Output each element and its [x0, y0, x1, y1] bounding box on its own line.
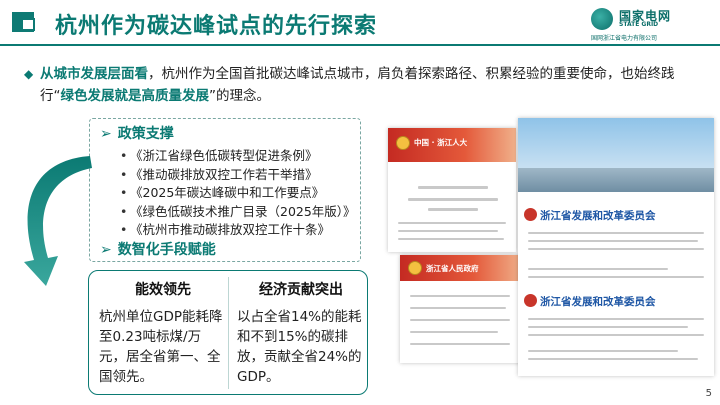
policy-support-box: ➢政策支撑 《浙江省绿色低碳转型促进条例》 《推动碳排放双控工作若干举措》 《2… — [89, 118, 361, 262]
intro-lead: 从城市发展层面看 — [40, 66, 148, 82]
logo-english-name: STATE GRID — [619, 21, 659, 28]
arrow-bullet-icon: ➢ — [100, 242, 112, 258]
screenshot-banner: 中国 · 浙江人大 — [388, 128, 516, 162]
economy-text: 以占全省14%的能耗和不到15%的碳排放，贡献全省24%的GDP。 — [237, 309, 362, 385]
policy-list: 《浙江省绿色低碳转型促进条例》 《推动碳排放双控工作若干举措》 《2025年碳达… — [120, 147, 356, 240]
efficiency-heading: 能效领先 — [135, 282, 191, 298]
logo-company-name: 国网浙江省电力有限公司 — [591, 35, 658, 42]
org-name: 浙江省发展和改革委员会 — [540, 210, 656, 222]
column-divider — [228, 277, 229, 389]
policy-heading: ➢ 政策支撑 — [100, 126, 174, 142]
screenshot-banner: 浙江省人民政府 — [400, 255, 522, 281]
state-grid-logo: 国家电网 STATE GRID 国网浙江省电力有限公司 — [591, 6, 713, 42]
efficiency-text: 杭州单位GDP能耗降至0.23吨标煤/万元，居全省第一、全国领先。 — [99, 309, 223, 385]
development-reform-screenshot: 浙江省发展和改革委员会 浙江省发展和改革委员会 — [518, 118, 714, 376]
results-panel: 能效领先 杭州单位GDP能耗降至0.23吨标煤/万元，居全省第一、全国领先。 经… — [88, 270, 368, 395]
curved-arrow-icon — [24, 156, 92, 286]
intro-body-2: ”的理念。 — [209, 88, 270, 104]
congress-website-screenshot: 中国 · 浙江人大 — [388, 128, 516, 252]
emblem-icon — [396, 136, 410, 150]
slide-header: 杭州作为碳达峰试点的先行探索 国家电网 STATE GRID 国网浙江省电力有限… — [0, 0, 720, 44]
provincial-government-screenshot: 浙江省人民政府 — [400, 255, 522, 363]
page-number: 5 — [705, 388, 712, 399]
org-logo-icon — [524, 294, 537, 307]
policy-item: 《推动碳排放双控工作若干举措》 — [120, 166, 356, 185]
arrow-bullet-icon: ➢ — [100, 126, 112, 142]
policy-item: 《2025年碳达峰碳中和工作要点》 — [120, 184, 356, 203]
efficiency-column: 能效领先 杭州单位GDP能耗降至0.23吨标煤/万元，居全省第一、全国领先。 — [99, 279, 227, 387]
intro-highlight: 绿色发展就是高质量发展 — [60, 88, 210, 104]
economy-column: 经济贡献突出 以占全省14%的能耗和不到15%的碳排放，贡献全省24%的GDP。 — [237, 279, 365, 387]
digital-heading: ➢ 数智化手段赋能 — [100, 242, 216, 258]
header-divider — [0, 44, 720, 46]
policy-item: 《杭州市推动碳排放双控工作十条》 — [120, 221, 356, 240]
org-name: 浙江省发展和改革委员会 — [540, 296, 656, 308]
slide-title: 杭州作为碳达峰试点的先行探索 — [55, 14, 378, 39]
policy-item: 《绿色低碳技术推广目录（2025年版）》 — [120, 203, 356, 222]
title-marker-icon — [12, 12, 40, 34]
org-logo-icon — [524, 208, 537, 221]
economy-heading: 经济贡献突出 — [259, 282, 343, 298]
diamond-bullet-icon: ◆ — [24, 67, 34, 81]
policy-item: 《浙江省绿色低碳转型促进条例》 — [120, 147, 356, 166]
intro-paragraph: ◆ 从城市发展层面看，杭州作为全国首批碳达峰试点城市，肩负着探索路径、积累经验的… — [24, 63, 700, 107]
globe-icon — [591, 8, 613, 30]
emblem-icon — [408, 261, 422, 275]
